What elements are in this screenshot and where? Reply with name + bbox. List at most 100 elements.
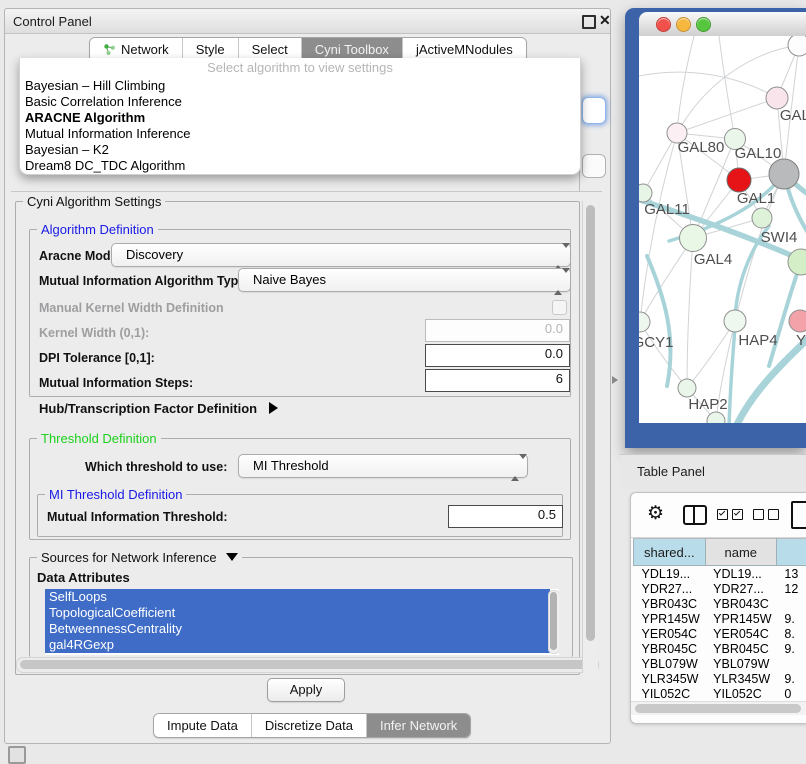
network-edge[interactable] [677, 98, 777, 133]
table-row[interactable]: YBR043CYBR043C [634, 596, 806, 611]
column-header-shared-name[interactable]: shared... [634, 539, 706, 566]
network-node-HAP4[interactable] [724, 310, 746, 332]
data-attributes-list[interactable]: SelfLoopsTopologicalCoefficientBetweenne… [45, 589, 559, 655]
scrollbar-thumb[interactable] [20, 660, 586, 669]
mi-steps-field[interactable]: 6 [425, 369, 570, 392]
table-row[interactable]: YIL052CYIL052C0 [634, 686, 806, 701]
table-cell[interactable]: YPR145W [634, 611, 706, 626]
table-cell[interactable]: 12 [776, 581, 806, 596]
mi-type-select[interactable]: Naive Bayes [238, 268, 571, 292]
data-attribute-item[interactable]: BetweennessCentrality [45, 621, 550, 637]
network-node-pink-node[interactable] [789, 310, 806, 332]
expand-arrow-icon[interactable] [269, 402, 278, 414]
close-traffic-light-icon[interactable] [656, 17, 671, 32]
mi-threshold-field[interactable]: 0.5 [448, 505, 563, 528]
algorithm-option[interactable]: ARACNE Algorithm [20, 110, 580, 126]
network-window-titlebar[interactable] [639, 12, 806, 37]
tab-discretize-data[interactable]: Discretize Data [252, 714, 367, 737]
network-edge[interactable] [734, 336, 806, 423]
table-row[interactable]: YBL079WYBL079W [634, 656, 806, 671]
scrollbar-thumb[interactable] [635, 704, 801, 713]
data-attribute-item[interactable]: SelfLoops [45, 589, 550, 605]
table-cell[interactable]: 0 [776, 686, 806, 701]
dpi-tolerance-field[interactable]: 0.0 [425, 344, 570, 367]
table-row[interactable]: YLR345WYLR345W9. [634, 671, 806, 686]
gear-icon[interactable]: ⚙ [647, 503, 664, 525]
table-cell[interactable]: YDL19... [634, 566, 706, 582]
settings-vertical-scrollbar[interactable] [582, 201, 598, 673]
column-header-partial[interactable] [776, 539, 806, 566]
data-attribute-item[interactable]: TopologicalCoefficient [45, 605, 550, 621]
network-node-GCY1[interactable] [639, 312, 650, 332]
network-node-node-top[interactable] [788, 36, 806, 56]
deselect-all-icon[interactable] [753, 509, 779, 520]
network-node-gray-node[interactable] [769, 159, 799, 189]
data-attribute-item[interactable]: gal4RGexp [45, 637, 550, 653]
table-cell[interactable]: YBR045C [634, 641, 706, 656]
aracne-mode-select[interactable]: Discovery [111, 243, 571, 267]
network-canvas[interactable]: GAL7GAL80GAL10GAL11GAL1GAL4SWI4GCY1HAP4Y… [639, 36, 806, 423]
apply-button[interactable]: Apply [267, 678, 345, 702]
table-cell[interactable]: YBL079W [705, 656, 776, 671]
network-edge[interactable] [687, 238, 693, 388]
tab-impute-data[interactable]: Impute Data [154, 714, 252, 737]
algorithm-option[interactable]: Bayesian – Hill Climbing [20, 78, 580, 94]
table-row[interactable]: YDR27...YDR27...12 [634, 581, 806, 596]
scrollbar-thumb[interactable] [550, 592, 557, 650]
table-cell[interactable]: 9. [776, 641, 806, 656]
table-cell[interactable]: YIL052C [705, 686, 776, 701]
table-cell[interactable]: YPR145W [705, 611, 776, 626]
close-icon[interactable]: ✕ [599, 12, 611, 29]
network-edge[interactable] [640, 133, 677, 322]
settings-horizontal-scrollbar[interactable] [16, 657, 599, 673]
table-cell[interactable]: YBR043C [634, 596, 706, 611]
table-cell[interactable]: YLR345W [634, 671, 706, 686]
network-node-selected-red[interactable] [727, 168, 751, 192]
network-edge[interactable] [647, 256, 670, 386]
kernel-width-field[interactable]: 0.0 [425, 319, 570, 342]
table-cell[interactable]: YDR27... [705, 581, 776, 596]
float-panel-icon[interactable] [582, 15, 596, 29]
table-cell[interactable]: YLR345W [705, 671, 776, 686]
which-threshold-select[interactable]: MI Threshold [238, 454, 528, 478]
network-edge[interactable] [719, 36, 735, 139]
table-cell[interactable] [776, 596, 806, 611]
table-cell[interactable]: 9. [776, 671, 806, 686]
table-row[interactable]: YDL19...YDL19...13 [634, 566, 806, 582]
columns-icon[interactable] [683, 505, 707, 525]
algorithm-option[interactable]: Mutual Information Inference [20, 126, 580, 142]
table-cell[interactable]: YIL052C [634, 686, 706, 701]
splitpane-arrow-icon[interactable] [612, 376, 618, 384]
collapse-arrow-icon[interactable] [226, 553, 238, 561]
algorithm-combo-fragment[interactable] [582, 97, 606, 124]
network-node-HAP2[interactable] [678, 379, 696, 397]
sources-legend[interactable]: Sources for Network Inference [37, 550, 242, 565]
manual-kernel-checkbox[interactable] [552, 300, 567, 315]
network-edge[interactable] [640, 322, 687, 388]
select-all-icon[interactable] [717, 509, 743, 520]
network-edge[interactable] [639, 72, 777, 98]
tab-infer-network[interactable]: Infer Network [367, 714, 470, 737]
table-cell[interactable]: YER054C [705, 626, 776, 641]
minimized-panel-icon[interactable] [8, 746, 26, 764]
hub-section-toggle[interactable]: Hub/Transcription Factor Definition [39, 401, 278, 416]
column-header-name[interactable]: name [705, 539, 776, 566]
table-cell[interactable]: YDL19... [705, 566, 776, 582]
minimize-traffic-light-icon[interactable] [676, 17, 691, 32]
table-row[interactable]: YER054CYER054C8. [634, 626, 806, 641]
table-cell[interactable]: YDR27... [634, 581, 706, 596]
export-table-icon[interactable] [791, 501, 806, 529]
attribute-list-scrollbar[interactable] [548, 590, 559, 654]
scrollbar-thumb[interactable] [586, 205, 595, 641]
table-cell[interactable]: YBR045C [705, 641, 776, 656]
table-row[interactable]: YPR145WYPR145W9. [634, 611, 806, 626]
network-node-GAL1[interactable] [752, 208, 772, 228]
algorithm-option[interactable]: Dream8 DC_TDC Algorithm [20, 158, 580, 174]
network-node-GAL4[interactable] [680, 225, 707, 252]
table-cell[interactable]: 13 [776, 566, 806, 582]
table-row[interactable]: YBR045CYBR045C9. [634, 641, 806, 656]
table-cell[interactable]: YBR043C [705, 596, 776, 611]
table-horizontal-scrollbar[interactable] [631, 701, 806, 715]
zoom-traffic-light-icon[interactable] [696, 17, 711, 32]
algorithm-option[interactable]: Basic Correlation Inference [20, 94, 580, 110]
